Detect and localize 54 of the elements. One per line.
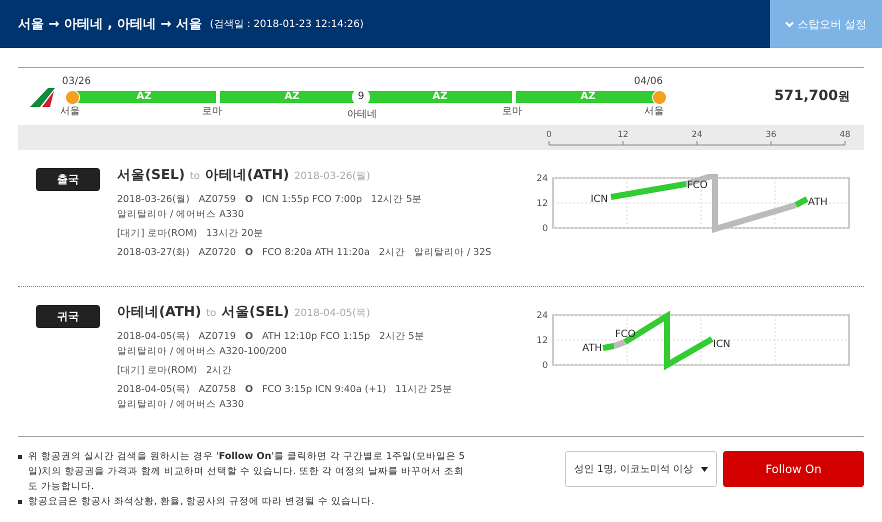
stop-label: 로마 <box>502 104 522 118</box>
start-dot-icon <box>65 90 80 104</box>
chevron-down-icon <box>785 20 794 28</box>
origin: 아테네(ATH) <box>117 303 202 321</box>
flight-detail: 2018-04-05(목) AZ0758 O FCO 3:15p ICN 9:40a (+1) 11시간 25분 <box>117 383 452 397</box>
layover-detail: [대기] 로마(ROM) 13시간 20분 <box>117 227 264 241</box>
aircraft-detail: 알리탈리아 / 에어버스 A330 <box>117 208 244 222</box>
trip-date: 2018-04-05(목) <box>294 307 370 320</box>
end-dot-icon <box>652 90 667 104</box>
bullet-icon <box>18 500 22 504</box>
axis-label: 12 <box>536 336 548 346</box>
layover-line <box>612 339 626 349</box>
end-date: 04/06 <box>634 76 663 86</box>
aircraft-detail: 알리탈리아 / 에어버스 A320-100/200 <box>117 345 287 359</box>
flight-detail: 2018-03-27(화) AZ0720 O FCO 8:20a ATH 11:20a 2시간 알리탈리아 / 32S <box>117 246 492 260</box>
origin: 서울(SEL) <box>117 166 185 184</box>
airport-label: FCO <box>687 180 708 191</box>
airport-label: ICN <box>590 194 608 205</box>
layover-detail: [대기] 로마(ROM) 2시간 <box>117 364 232 378</box>
start-date: 03/26 <box>62 76 91 86</box>
direction-badge: 귀국 <box>36 305 100 328</box>
flight-detail: 2018-03-26(월) AZ0759 O ICN 1:55p FCO 7:00p 12시간 5분 <box>117 193 422 207</box>
axis-label: 24 <box>536 311 548 321</box>
hour-axis: 0 12 24 36 48 <box>544 128 854 148</box>
note-text: 항공요금은 항공사 좌석상황, 환율, 항공사의 규정에 따라 변경될 수 있습니다. <box>28 495 374 509</box>
destination: 아테네(ATH) <box>204 166 290 184</box>
stop-label: 아테네 <box>347 108 377 120</box>
trip-date: 2018-03-26(월) <box>294 170 370 183</box>
airport-label: ATH <box>808 197 828 208</box>
airport-label: ATH <box>582 343 602 354</box>
direction-badge: 출국 <box>36 168 100 191</box>
airport-label: ICN <box>713 339 730 350</box>
axis-label: 0 <box>542 361 548 371</box>
to-word: to <box>206 308 216 319</box>
follow-on-button[interactable]: Follow On <box>723 451 864 487</box>
axis-label: 0 <box>542 224 548 234</box>
route-title: 서울 → 아테네 , 아테네 → 서울 <box>18 16 202 33</box>
price: 571,700원 <box>774 88 850 105</box>
to-word: to <box>190 171 200 182</box>
destination: 서울(SEL) <box>221 303 290 321</box>
stop-label: 로마 <box>202 104 222 118</box>
axis-label: 12 <box>536 199 548 209</box>
stop-label: 서울 <box>644 104 664 118</box>
search-date: (검색일 : 2018-01-23 12:14:26) <box>210 18 364 31</box>
flight-detail: 2018-04-05(목) AZ0719 O ATH 12:10p FCO 1:15p 2시간 5분 <box>117 330 424 344</box>
axis-label: 24 <box>536 174 548 184</box>
caret-icon <box>701 466 708 472</box>
aircraft-detail: 알리탈리아 / 에어버스 A330 <box>117 398 244 412</box>
flight-segment: AZ <box>368 90 512 102</box>
note-text: 위 항공권의 실시간 검색을 원하시는 경우 'Follow On'를 클릭하면 각 구간별로 1주일(모바일은 5일)치의 항공권을 가격과 함께 비교하며 선택할 수 있습니다. 또한 각 여정의 날짜를 바꾸어서 조회도 가능합니다. <box>28 450 466 494</box>
stop-label: 서울 <box>60 104 80 118</box>
airline-logo-icon <box>28 86 58 108</box>
bullet-icon <box>18 455 22 459</box>
passenger-select[interactable]: 성인 1명, 이코노미석 이상 <box>565 451 717 487</box>
